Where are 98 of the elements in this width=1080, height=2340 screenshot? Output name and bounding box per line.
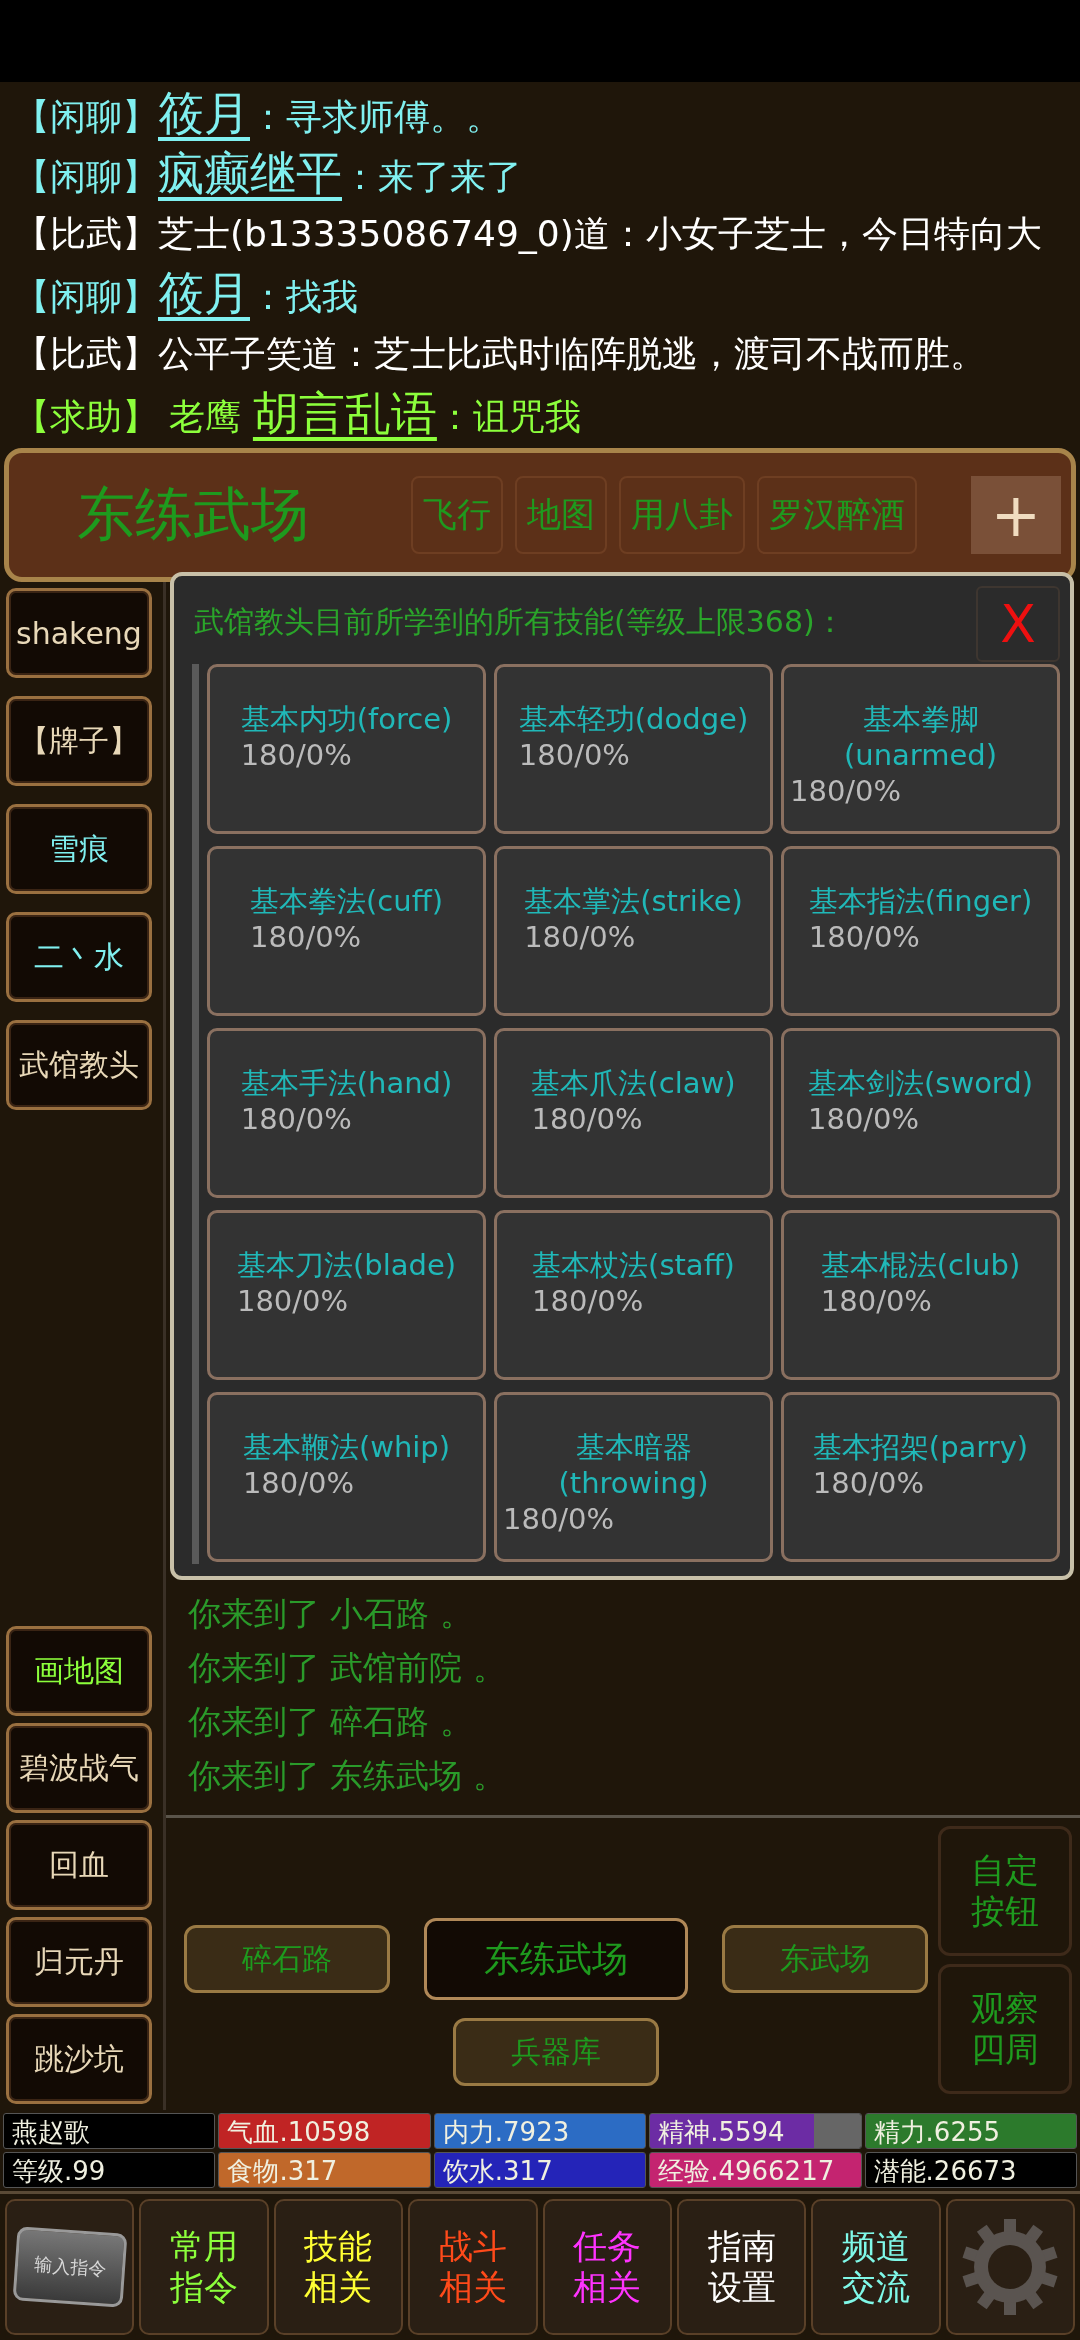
location-title: 东练武场 [76,479,310,550]
skill-name: 基本内功(force) [240,701,453,737]
skill-level: 180/0% [808,1101,920,1137]
sidebar-button[interactable]: shakeng [6,588,152,678]
skill-name: 基本刀法(blade) [236,1247,457,1283]
skill-level: 180/0% [532,1283,644,1319]
chat-message: 【比武】芝士(b13335086749_0)道：小女子芝士，今日特向大 [14,212,1043,256]
action-button[interactable]: 观察四周 [938,1964,1072,2094]
add-button[interactable]: + [971,476,1061,554]
skill-level: 180/0% [242,1465,355,1501]
skill-name: 基本招架(parry) [812,1429,1029,1465]
menu-button[interactable]: 常用指令 [139,2199,269,2335]
sidebar-button[interactable]: 雪痕 [6,804,152,894]
stat-label: 饮水.317 [441,2156,553,2186]
dialog-title: 武馆教头目前所学到的所有技能(等级上限368)： [193,603,845,641]
skill-level: 180/0% [518,737,630,773]
log-line: 你来到了 武馆前院 。 [188,1647,507,1689]
stat-label: 燕赵歌 [11,2117,90,2147]
skill-card[interactable]: 基本指法(finger) 180/0% [781,846,1060,1016]
skill-name: 基本鞭法(whip) [242,1429,451,1465]
sidebar-button[interactable]: 【牌子】 [6,696,152,786]
menu-button[interactable]: 频道交流 [811,2199,941,2335]
exit-button[interactable]: 碎石路 [184,1925,390,1993]
skill-name: 基本轻功(dodge) [518,701,749,737]
skill-name: 基本剑法(sword) [808,1065,1033,1101]
menu-button[interactable]: 战斗相关 [408,2199,538,2335]
skill-name: 基本拳法(cuff) [250,883,443,919]
sidebar-button[interactable]: 回血 [6,1820,152,1910]
skill-card[interactable]: 基本棍法(club) 180/0% [781,1210,1060,1380]
stat-label: 精力.6255 [872,2117,1001,2147]
skill-card[interactable]: 基本暗器(throwing) 180/0% [494,1392,773,1562]
skill-card[interactable]: 基本拳法(cuff) 180/0% [207,846,486,1016]
menu-button[interactable]: 指南设置 [676,2199,807,2335]
skill-card[interactable]: 基本爪法(claw) 180/0% [494,1028,773,1198]
skill-level: 180/0% [524,919,636,955]
skill-card[interactable]: 基本刀法(blade) 180/0% [207,1210,486,1380]
exit-button[interactable]: 兵器库 [453,2018,659,2086]
skill-card[interactable]: 基本杖法(staff) 180/0% [494,1210,773,1380]
skill-card[interactable]: 基本剑法(sword) 180/0% [781,1028,1060,1198]
skill-level: 180/0% [250,919,362,955]
skill-level: 180/0% [236,1283,349,1319]
skill-card[interactable]: 基本拳脚(unarmed) 180/0% [781,664,1060,834]
skill-card[interactable]: 基本招架(parry) 180/0% [781,1392,1060,1562]
sidebar-button[interactable]: 归元丹 [6,1917,152,2007]
skill-name: 基本掌法(strike) [524,883,743,919]
skill-name: 基本杖法(staff) [532,1247,735,1283]
skill-level: 180/0% [531,1101,643,1137]
stat-label: 经验.4966217 [657,2156,835,2186]
log-line: 你来到了 东练武场 。 [188,1755,507,1797]
command-input-button[interactable]: 输入指令 [5,2199,135,2335]
chat-message: 【闲聊】疯癫继平：来了来了 [14,144,523,204]
sidebar-button[interactable]: 二丶水 [6,912,152,1002]
chat-message: 【闲聊】筱月：寻求师傅。。 [14,84,503,144]
skill-name: 基本手法(hand) [240,1065,453,1101]
settings-button[interactable] [945,2199,1075,2335]
skill-card[interactable]: 基本轻功(dodge) 180/0% [494,664,773,834]
skill-level: 180/0% [503,1501,615,1537]
scrollbar[interactable] [192,664,199,1564]
chat-message: 【求助】 老鹰 胡言乱语：诅咒我 [14,384,582,444]
player-name-link[interactable]: 筱月 [158,84,250,142]
stat-label: 精神.5594 [657,2117,785,2147]
skill-card[interactable]: 基本手法(hand) 180/0% [207,1028,486,1198]
stat-label: 气血.10598 [226,2117,371,2147]
key-label: 输入指令 [12,2226,128,2308]
stat-label: 食物.317 [226,2156,338,2186]
skill-card[interactable]: 基本内功(force) 180/0% [207,664,486,834]
skill-level: 180/0% [240,737,352,773]
skill-level: 180/0% [820,1283,932,1319]
player-name-link[interactable]: 胡言乱语 [252,384,437,442]
skill-level: 180/0% [812,1465,924,1501]
skill-level: 180/0% [240,1101,352,1137]
skill-card[interactable]: 基本掌法(strike) 180/0% [494,846,773,1016]
action-button[interactable]: 自定按钮 [938,1826,1072,1956]
stat-label: 内力.7923 [441,2117,570,2147]
skill-name: 基本暗器(throwing) [557,1429,710,1501]
chat-message: 【闲聊】筱月：找我 [14,264,359,324]
exit-button[interactable]: 东练武场 [424,1918,688,2000]
log-line: 你来到了 碎石路 。 [188,1701,474,1743]
skill-name: 基本棍法(club) [820,1247,1021,1283]
skill-level: 180/0% [790,773,902,809]
chat-message: 【比武】公平子笑道：芝士比武时临阵脱逃，渡司不战而胜。 [14,332,987,376]
skill-card[interactable]: 基本鞭法(whip) 180/0% [207,1392,486,1562]
skill-name: 基本爪法(claw) [531,1065,736,1101]
player-name-link[interactable]: 疯癫继平 [158,144,342,202]
menu-button[interactable]: 技能相关 [273,2199,404,2335]
stat-label: 等级.99 [11,2156,106,2186]
sidebar-button[interactable]: 画地图 [6,1626,152,1716]
log-line: 你来到了 小石路 。 [188,1593,474,1635]
stat-label: 潜能.26673 [872,2156,1017,2186]
skill-name: 基本拳脚(unarmed) [842,701,999,773]
skill-level: 180/0% [808,919,920,955]
exit-button[interactable]: 东武场 [722,1925,928,1993]
sidebar-button[interactable]: 跳沙坑 [6,2014,152,2104]
sidebar-button[interactable]: 武馆教头 [6,1020,152,1110]
player-name-link[interactable]: 筱月 [158,264,250,322]
menu-button[interactable]: 任务相关 [542,2199,672,2335]
sidebar-button[interactable]: 碧波战气 [6,1723,152,1813]
skill-name: 基本指法(finger) [808,883,1033,919]
